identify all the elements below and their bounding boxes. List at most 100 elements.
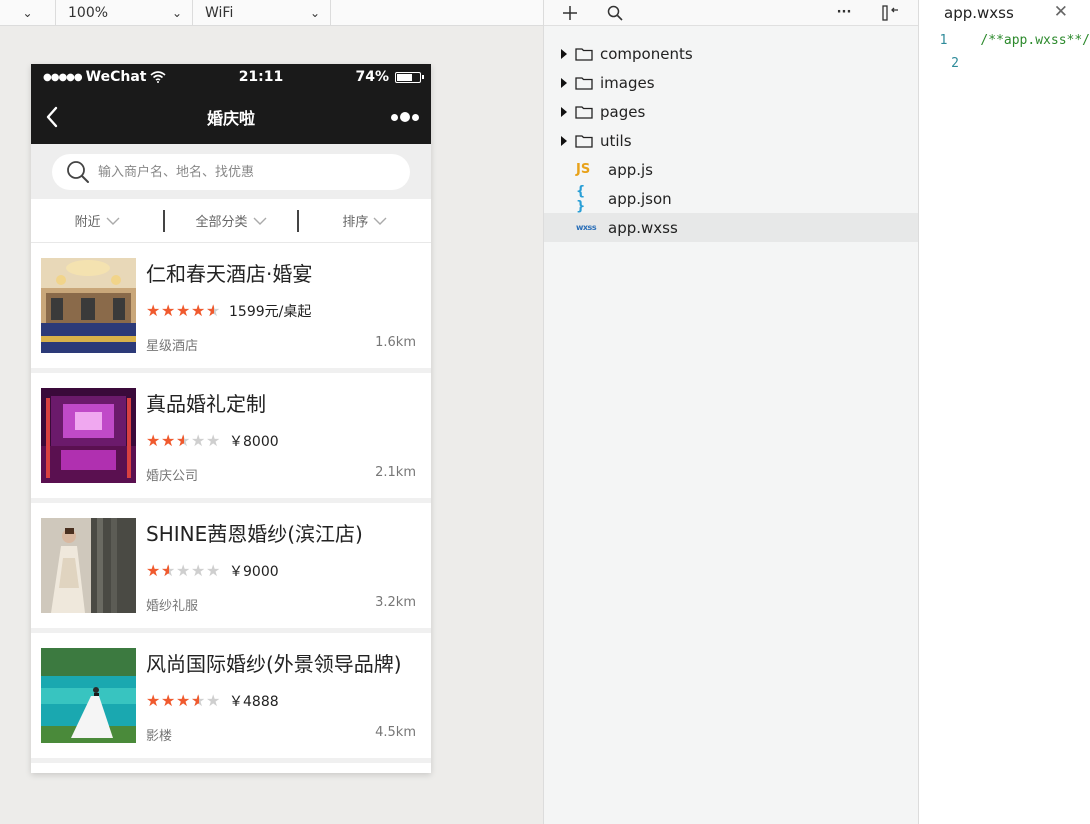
half-star-icon: ★ bbox=[176, 433, 184, 449]
editor-tab-bar: app.wxss ✕ bbox=[919, 0, 1090, 25]
list-item[interactable]: 风尚国际婚纱(外景领导品牌) ★ ★ ★ ★ ★ ★ ￥4888 影楼 4.5km bbox=[31, 633, 431, 758]
merchant-list: 仁和春天酒店·婚宴 ★ ★ ★ ★ ★ ★ 1599元/桌起 星级酒店 1.6km bbox=[31, 243, 431, 773]
add-file-button[interactable] bbox=[560, 0, 580, 25]
list-item[interactable]: SHINE茜恩婚纱(滨江店) ★ ★ ★ ★ ★ ★ ￥9000 婚纱礼服 3.2km bbox=[31, 503, 431, 628]
simulator-toolbar: ⌄ 100% ⌄ WiFi ⌄ bbox=[0, 0, 543, 26]
distance-label: 3.2km bbox=[375, 595, 416, 610]
close-icon[interactable]: ✕ bbox=[1054, 2, 1068, 22]
tree-item-label: app.wxss bbox=[608, 218, 678, 237]
rating-row: ★ ★ ★ ★ ★ ★ ￥8000 bbox=[146, 431, 279, 451]
network-dropdown[interactable]: WiFi ⌄ bbox=[193, 0, 331, 25]
star-icon: ★ ★ bbox=[191, 691, 206, 710]
tree-item-app-js[interactable]: JS app.js bbox=[544, 155, 918, 184]
folder-icon bbox=[575, 134, 593, 148]
signal-dots-icon: ●●●●● bbox=[43, 71, 83, 83]
battery-fill bbox=[397, 73, 412, 81]
code-line: 2 bbox=[919, 52, 1090, 75]
star-icon: ★ bbox=[146, 691, 161, 710]
filter-label: 排序 bbox=[342, 215, 369, 230]
carrier-label: WeChat bbox=[85, 69, 147, 85]
category-label: 婚庆公司 bbox=[146, 469, 199, 484]
more-menu-icon[interactable] bbox=[391, 112, 419, 122]
half-star-icon: ★ bbox=[206, 303, 214, 319]
star-icon: ★ bbox=[206, 691, 221, 710]
tree-item-app-wxss[interactable]: wxss app.wxss bbox=[544, 213, 918, 242]
tab-label: app.wxss bbox=[944, 3, 1014, 22]
filter-category[interactable]: 全部分类 bbox=[165, 199, 297, 242]
search-input[interactable] bbox=[96, 163, 400, 181]
tree-item-label: utils bbox=[600, 131, 632, 150]
wxss-file-icon: wxss bbox=[576, 223, 597, 232]
tree-item-pages[interactable]: pages bbox=[544, 97, 918, 126]
star-icon: ★ bbox=[161, 691, 176, 710]
star-icon: ★ bbox=[146, 561, 161, 580]
half-star-icon: ★ bbox=[161, 563, 169, 579]
back-arrow-icon[interactable] bbox=[41, 102, 67, 132]
star-rating: ★ ★ ★ ★ ★ ★ bbox=[146, 693, 221, 709]
more-icon[interactable]: ··· bbox=[834, 0, 854, 25]
price: ￥4888 bbox=[229, 694, 279, 710]
expand-arrow-icon[interactable] bbox=[561, 77, 567, 88]
search-icon bbox=[607, 5, 623, 21]
price: 1599元/桌起 bbox=[229, 304, 312, 320]
star-icon: ★ bbox=[191, 431, 206, 450]
zoom-value: 100% bbox=[68, 4, 109, 21]
price: ￥9000 bbox=[229, 564, 279, 580]
search-area bbox=[31, 144, 431, 199]
star-icon: ★ ★ bbox=[161, 561, 176, 580]
star-icon: ★ bbox=[146, 301, 161, 320]
file-tree-panel: ··· components images pages utils JS app… bbox=[544, 0, 919, 824]
expand-arrow-icon[interactable] bbox=[561, 135, 567, 146]
filter-sort[interactable]: 排序 bbox=[299, 199, 431, 242]
star-icon: ★ bbox=[161, 301, 176, 320]
zoom-dropdown[interactable]: 100% ⌄ bbox=[56, 0, 193, 25]
tree-item-components[interactable]: components bbox=[544, 39, 918, 68]
star-icon: ★ ★ bbox=[176, 431, 191, 450]
device-dropdown[interactable]: ⌄ bbox=[0, 0, 56, 25]
collapse-panel-icon bbox=[882, 4, 898, 21]
rating-row: ★ ★ ★ ★ ★ ★ ￥4888 bbox=[146, 691, 279, 711]
star-icon: ★ bbox=[176, 301, 191, 320]
merchant-name: 真品婚礼定制 bbox=[146, 392, 266, 416]
list-item-partial bbox=[31, 763, 431, 773]
chevron-down-icon: ⌄ bbox=[22, 5, 33, 20]
category-label: 婚纱礼服 bbox=[146, 599, 199, 614]
folder-icon bbox=[575, 105, 593, 119]
code-area[interactable]: 1 /**app.wxss**/ 2 bbox=[919, 25, 1090, 75]
tree-item-images[interactable]: images bbox=[544, 68, 918, 97]
expand-arrow-icon[interactable] bbox=[561, 48, 567, 59]
search-files-button[interactable] bbox=[605, 0, 625, 25]
tab-app-wxss[interactable]: app.wxss ✕ bbox=[919, 0, 1090, 25]
bridal-gown-thumbnail bbox=[41, 518, 136, 613]
hotel-ballroom-thumbnail bbox=[41, 258, 136, 353]
tree-item-label: app.json bbox=[608, 189, 672, 208]
expand-arrow-icon[interactable] bbox=[561, 106, 567, 117]
tree-item-label: components bbox=[600, 44, 693, 63]
status-bar: ●●●●● WeChat 21:11 74% bbox=[31, 64, 431, 90]
tree-item-app-json[interactable]: { } app.json bbox=[544, 184, 918, 214]
filter-nearby[interactable]: 附近 bbox=[31, 199, 163, 242]
network-value: WiFi bbox=[205, 4, 234, 21]
chevron-down-icon: ⌄ bbox=[171, 5, 182, 20]
tree-item-label: images bbox=[600, 73, 655, 92]
code-editor: app.wxss ✕ 1 /**app.wxss**/ 2 bbox=[919, 0, 1090, 824]
star-icon: ★ bbox=[191, 301, 206, 320]
folder-icon bbox=[575, 47, 593, 61]
collapse-panel-button[interactable] bbox=[880, 0, 902, 25]
filter-label: 全部分类 bbox=[195, 215, 248, 230]
tree-item-utils[interactable]: utils bbox=[544, 126, 918, 155]
star-icon: ★ ★ bbox=[206, 301, 221, 320]
distance-label: 2.1km bbox=[375, 465, 416, 480]
star-icon: ★ bbox=[206, 431, 221, 450]
code-text: /**app.wxss**/ bbox=[980, 33, 1090, 48]
simulator-panel: ⌄ 100% ⌄ WiFi ⌄ ●●●●● WeChat 21:11 74% 婚… bbox=[0, 0, 544, 824]
list-item[interactable]: 仁和春天酒店·婚宴 ★ ★ ★ ★ ★ ★ 1599元/桌起 星级酒店 1.6km bbox=[31, 243, 431, 368]
distance-label: 1.6km bbox=[375, 335, 416, 350]
merchant-name: SHINE茜恩婚纱(滨江店) bbox=[146, 522, 363, 546]
star-rating: ★ ★ ★ ★ ★ ★ bbox=[146, 433, 221, 449]
battery-icon bbox=[395, 71, 424, 83]
search-bar[interactable] bbox=[52, 154, 410, 190]
code-line: 1 /**app.wxss**/ bbox=[919, 29, 1090, 52]
list-item[interactable]: 真品婚礼定制 ★ ★ ★ ★ ★ ★ ￥8000 婚庆公司 2.1km bbox=[31, 373, 431, 498]
filter-bar: 附近 全部分类 排序 bbox=[31, 199, 431, 243]
